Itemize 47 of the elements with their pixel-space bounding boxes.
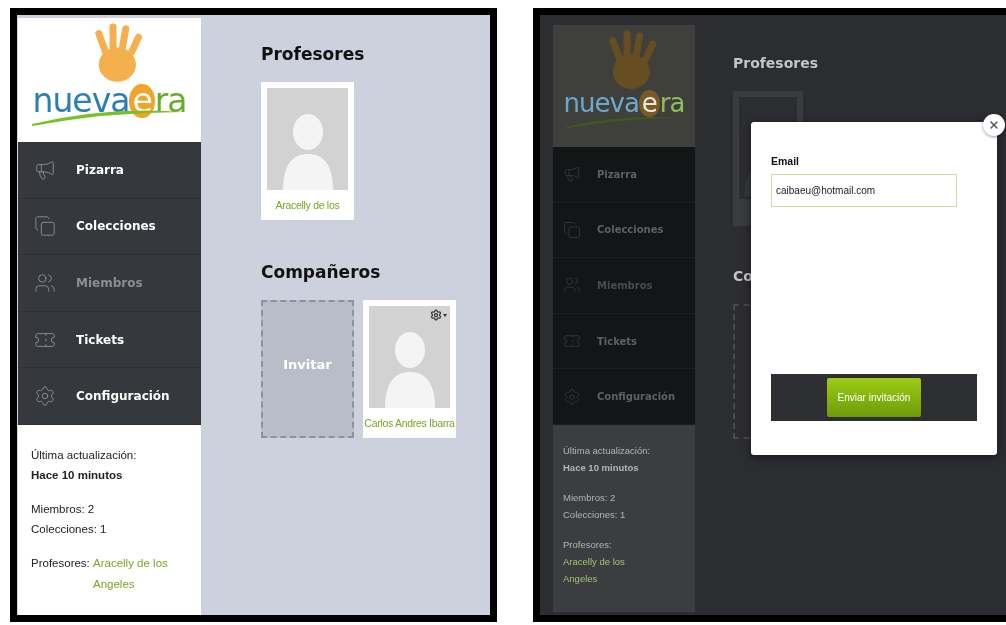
- menu-item[interactable]: Pizarra: [18, 142, 201, 199]
- info-text: Colecciones: 1: [563, 507, 627, 522]
- section-heading: Profesores: [261, 44, 366, 64]
- people-icon: [34, 272, 56, 294]
- person-name[interactable]: Aracelly de los: [275, 199, 340, 211]
- teacher-link[interactable]: Aracelly de los Angeles: [93, 553, 183, 594]
- info-text: Miembros: 2: [31, 502, 96, 518]
- settings-icon: [34, 385, 56, 408]
- settings-icon: [563, 387, 581, 406]
- caret-icon: [443, 313, 447, 317]
- teacher-link[interactable]: Aracelly de los Angeles: [563, 554, 638, 588]
- menu-item[interactable]: Miembros: [18, 255, 201, 312]
- menu-item[interactable]: Tickets: [553, 313, 695, 370]
- info-text: Última actualización:: [31, 447, 138, 463]
- menu-item[interactable]: Configuración: [553, 369, 695, 425]
- info-text: Hace 10 minutos: [563, 460, 640, 475]
- people-icon: [563, 276, 581, 295]
- person-card[interactable]: Aracelly de los: [261, 82, 354, 220]
- person-name[interactable]: Carlos Andres Ibarra: [364, 417, 455, 429]
- info-text: Colecciones: 1: [31, 522, 108, 538]
- menu-item[interactable]: Pizarra: [553, 147, 695, 203]
- info-text: Última actualización:: [563, 443, 652, 458]
- megaphone-icon: [563, 165, 581, 184]
- megaphone-icon: [34, 158, 56, 181]
- email-label: Email: [771, 155, 800, 167]
- info-text: Profesores: Aracelly de los Angeles: [563, 537, 685, 588]
- send-invitation-button[interactable]: Enviar invitación: [827, 378, 921, 417]
- info-text: Profesores: Aracelly de los Angeles: [31, 553, 188, 594]
- close-icon: [988, 119, 1000, 131]
- menu-item[interactable]: Colecciones: [18, 198, 201, 256]
- settings-icon: [430, 309, 442, 321]
- menu-item[interactable]: Tickets: [18, 311, 201, 369]
- info-text: Hace 10 minutos: [31, 468, 124, 484]
- menu-item[interactable]: Colecciones: [553, 202, 695, 259]
- email-input[interactable]: caibaeu@hotmail.com: [771, 174, 957, 207]
- section-heading: Profesores: [733, 55, 820, 71]
- settings-menu-button[interactable]: [430, 309, 447, 321]
- info-text: Miembros: 2: [563, 491, 617, 506]
- section-heading: Co: [733, 268, 754, 284]
- invite-button[interactable]: Invitar: [261, 300, 354, 438]
- logo-text: nuevaera: [563, 88, 685, 118]
- person-card[interactable]: Carlos Andres Ibarra: [363, 300, 456, 438]
- menu-item[interactable]: Configuración: [18, 368, 201, 425]
- stacked-pages-icon: [34, 215, 56, 238]
- section-heading: Compañeros: [261, 262, 382, 282]
- close-button[interactable]: [983, 114, 1005, 136]
- stacked-pages-icon: [563, 220, 581, 239]
